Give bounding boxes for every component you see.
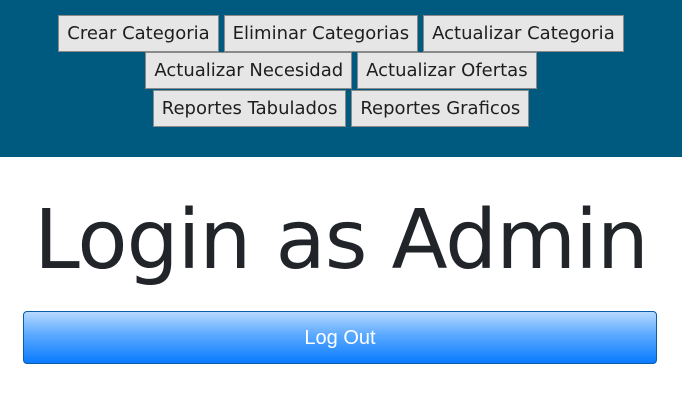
logout-button[interactable]: Log Out (23, 311, 657, 364)
reportes-graficos-button[interactable]: Reportes Graficos (351, 90, 530, 127)
page-title: Login as Admin (34, 193, 649, 288)
crear-categoria-button[interactable]: Crear Categoria (58, 15, 219, 52)
nav-row-3: Reportes Tabulados Reportes Graficos (0, 90, 682, 127)
reportes-tabulados-button[interactable]: Reportes Tabulados (152, 90, 347, 127)
admin-nav-bar: Crear Categoria Eliminar Categorias Actu… (0, 0, 682, 157)
actualizar-ofertas-button[interactable]: Actualizar Ofertas (357, 52, 537, 89)
actualizar-necesidad-button[interactable]: Actualizar Necesidad (145, 52, 353, 89)
eliminar-categorias-button[interactable]: Eliminar Categorias (223, 15, 419, 52)
nav-row-1: Crear Categoria Eliminar Categorias Actu… (0, 15, 682, 52)
actualizar-categoria-button[interactable]: Actualizar Categoria (423, 15, 624, 52)
nav-row-2: Actualizar Necesidad Actualizar Ofertas (0, 52, 682, 89)
